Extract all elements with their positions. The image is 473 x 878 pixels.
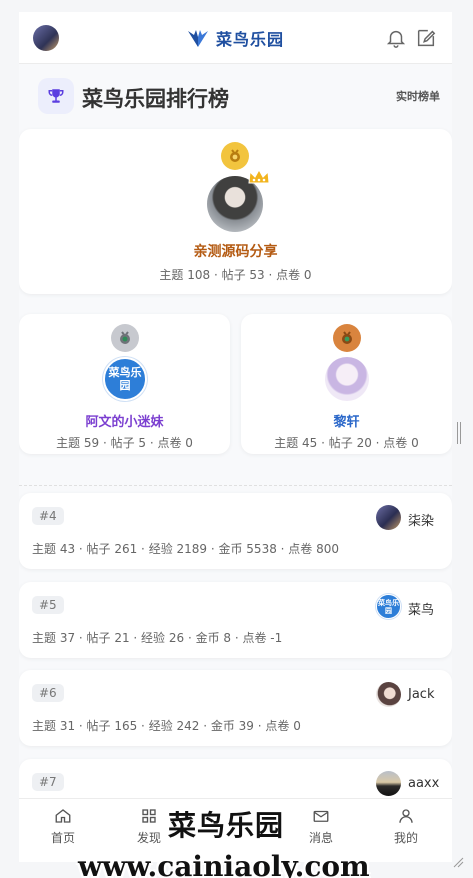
rank-stats: 主题 43 · 帖子 261 · 经验 2189 · 金币 5538 · 点卷 … xyxy=(32,542,340,556)
crown-icon xyxy=(248,169,270,184)
first-place-stats: 主题 108 · 帖子 53 · 点卷 0 xyxy=(159,268,312,282)
page-title: 菜鸟乐园排行榜 xyxy=(82,87,229,111)
silver-medal-icon xyxy=(111,324,139,352)
scrollbar-handle[interactable] xyxy=(457,422,461,444)
third-place-avatar[interactable] xyxy=(325,357,369,401)
realtime-label[interactable]: 实时榜单 xyxy=(396,88,440,104)
nav-home-label: 首页 xyxy=(50,831,75,845)
mail-icon xyxy=(313,810,329,822)
nav-messages[interactable]: 消息 xyxy=(291,807,351,846)
nav-home[interactable]: 首页 xyxy=(33,807,93,846)
third-place-name[interactable]: 黎轩 xyxy=(241,411,452,430)
rank-avatar[interactable] xyxy=(376,682,401,707)
site-logo[interactable]: 菜鸟乐园 xyxy=(184,25,284,51)
resize-grip-icon[interactable] xyxy=(452,856,464,868)
trophy-badge xyxy=(38,78,74,114)
rank-avatar[interactable] xyxy=(376,505,401,530)
rank-username[interactable]: aaxx xyxy=(408,776,439,791)
rank-avatar[interactable]: 菜鸟乐园 xyxy=(376,594,401,619)
bronze-medal-icon xyxy=(333,324,361,352)
podium-first-card[interactable]: 亲测源码分享 主题 108 · 帖子 53 · 点卷 0 xyxy=(19,129,452,294)
trophy-icon xyxy=(48,89,64,103)
rank-number: #7 xyxy=(32,773,64,791)
rank-username[interactable]: Jack xyxy=(408,687,434,702)
bell-icon[interactable] xyxy=(385,27,407,49)
user-avatar[interactable] xyxy=(33,25,59,51)
top-bar: 菜鸟乐园 xyxy=(19,12,452,64)
logo-text: 菜鸟乐园 xyxy=(216,30,285,49)
watermark-url: www.cainiaoly.com xyxy=(78,850,370,878)
gold-medal-icon xyxy=(221,142,249,170)
nav-mine[interactable]: 我的 xyxy=(376,807,436,846)
third-place-stats: 主题 45 · 帖子 20 · 点卷 0 xyxy=(274,436,419,450)
second-place-stats: 主题 59 · 帖子 5 · 点卷 0 xyxy=(56,436,193,450)
rank-row[interactable]: #5 菜鸟乐园 菜鸟 主题 37 · 帖子 21 · 经验 26 · 金币 8 … xyxy=(19,582,452,658)
home-icon xyxy=(55,809,71,823)
nav-mine-label: 我的 xyxy=(393,831,418,845)
watermark-brand: 菜鸟乐园 xyxy=(168,809,285,842)
podium-second-card[interactable]: 菜鸟乐园 阿文的小迷妹 主题 59 · 帖子 5 · 点卷 0 xyxy=(19,314,230,454)
rank-stats: 主题 37 · 帖子 21 · 经验 26 · 金币 8 · 点卷 -1 xyxy=(32,631,283,645)
grid-icon xyxy=(142,809,156,823)
podium-third-card[interactable]: 黎轩 主题 45 · 帖子 20 · 点卷 0 xyxy=(241,314,452,454)
edit-icon[interactable] xyxy=(415,27,437,49)
second-place-avatar[interactable]: 菜鸟乐园 xyxy=(103,357,147,401)
app-screen: 菜鸟乐园 菜鸟乐园排行榜 实时榜单 亲测源码分享 主题 108 · 帖子 53 … xyxy=(19,12,452,862)
rank-row[interactable]: #4 柒染 主题 43 · 帖子 261 · 经验 2189 · 金币 5538… xyxy=(19,493,452,569)
rank-username[interactable]: 菜鸟 xyxy=(408,599,434,618)
rank-number: #4 xyxy=(32,507,64,525)
rank-username[interactable]: 柒染 xyxy=(408,510,434,529)
wings-logo-icon xyxy=(188,30,208,47)
nav-discover-label: 发现 xyxy=(136,831,161,845)
leaderboard-header: 菜鸟乐园排行榜 实时榜单 xyxy=(19,74,452,124)
rank-stats: 主题 31 · 帖子 165 · 经验 242 · 金币 39 · 点卷 0 xyxy=(32,719,301,733)
rank-number: #5 xyxy=(32,596,64,614)
nav-messages-label: 消息 xyxy=(308,831,333,845)
user-icon xyxy=(399,809,413,823)
section-divider xyxy=(19,485,452,486)
first-place-name[interactable]: 亲测源码分享 xyxy=(19,241,452,261)
rank-row[interactable]: #6 Jack 主题 31 · 帖子 165 · 经验 242 · 金币 39 … xyxy=(19,670,452,746)
second-place-name[interactable]: 阿文的小迷妹 xyxy=(19,411,230,430)
rank-avatar[interactable] xyxy=(376,771,401,796)
rank-number: #6 xyxy=(32,684,64,702)
